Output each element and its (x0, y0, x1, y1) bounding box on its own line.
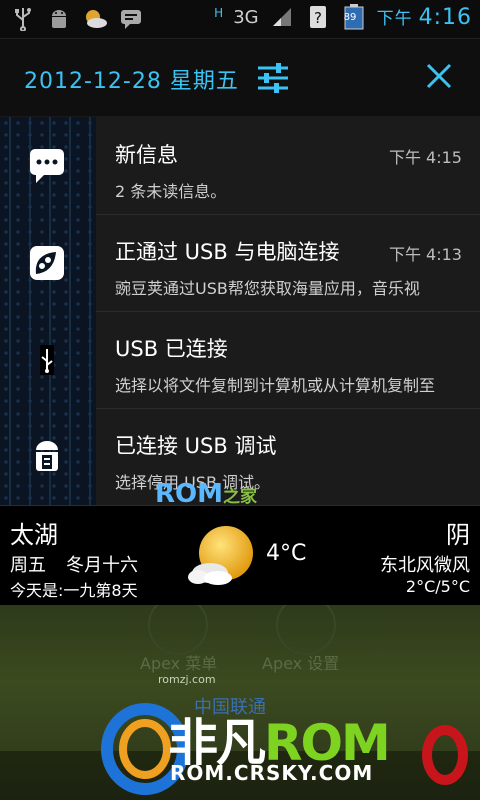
battery-level: 89 (343, 12, 357, 23)
settings-sliders-icon (258, 63, 288, 93)
notification-usb-pc[interactable]: 正通过 USB 与电脑连接 下午 4:13 豌豆荚通过USB帮您获取海量应用，音… (0, 214, 480, 312)
weather-weekday: 周五 (10, 555, 46, 576)
notification-time: 下午 4:15 (388, 148, 462, 167)
message-icon (30, 149, 64, 183)
weather-days-info: 今天是:一九第8天 (10, 581, 138, 600)
clock-ampm: 下午 (376, 9, 413, 29)
notification-subtitle: 选择以将文件复制到计算机或从计算机复制至 (115, 376, 436, 395)
apex-menu-label[interactable]: Apex 菜单 (140, 650, 217, 674)
close-icon (426, 63, 452, 89)
clock-time: 4:16 (418, 5, 472, 30)
apex-menu-icon[interactable] (148, 605, 208, 655)
notification-subtitle: 2 条未读信息。 (115, 182, 227, 201)
cloudy-sun-icon (188, 526, 253, 585)
browser-icon[interactable] (422, 725, 468, 785)
quick-settings-button[interactable] (256, 61, 290, 95)
notification-new-message[interactable]: 新信息 下午 4:15 2 条未读信息。 (0, 117, 480, 215)
crsky-url: ROM.CRSKY.COM (170, 761, 374, 785)
signal-strength-icon (269, 4, 295, 30)
notification-subtitle: 豌豆荚通过USB帮您获取海量应用，音乐视 (115, 279, 420, 298)
weather-temperature: 4°C (266, 541, 307, 566)
android-debug-icon (36, 441, 58, 471)
status-icons-left (10, 6, 144, 32)
weather-range: 2°C/5°C (405, 577, 470, 596)
status-icons-right: H 3G ? 89 下午 4:16 (214, 4, 472, 30)
site-watermark: romzj.com (158, 673, 216, 686)
svg-text:?: ? (314, 9, 322, 27)
usb-status-icon (10, 6, 36, 32)
unknown-sim-icon: ? (305, 4, 331, 30)
battery-icon: 89 (341, 4, 367, 30)
notification-title: USB 已连接 (115, 337, 228, 361)
watermark-rom: ROM (155, 479, 223, 509)
signal-label: 3G (233, 6, 259, 28)
notification-icon-column (0, 408, 96, 505)
notification-icon-column (0, 214, 96, 311)
message-status-icon (118, 6, 144, 32)
apex-settings-label[interactable]: Apex 设置 (262, 650, 339, 674)
android-status-icon (46, 6, 72, 32)
weather-city: 太湖 (10, 521, 58, 549)
weather-wind: 东北风微风 (380, 555, 470, 576)
home-screen-background: Apex 菜单 Apex 设置 romzj.com 中国联通 非凡ROM ROM… (0, 605, 480, 800)
notification-usb-connected[interactable]: USB 已连接 选择以将文件复制到计算机或从计算机复制至 (0, 311, 480, 409)
notification-icon-column (0, 117, 96, 214)
wandoujia-icon (30, 246, 64, 280)
clock: 下午 4:16 (377, 4, 472, 30)
close-button[interactable] (424, 61, 454, 91)
notification-list: 新信息 下午 4:15 2 条未读信息。 正通过 USB 与电脑连接 下午 4:… (0, 117, 480, 509)
apex-settings-icon[interactable] (276, 605, 336, 655)
notification-title: 新信息 (115, 143, 178, 167)
weather-condition: 阴 (446, 521, 470, 549)
status-bar: H 3G ? 89 下午 4:16 (0, 0, 480, 39)
notification-header: 2012-12-28 星期五 (0, 39, 480, 117)
weather-lunar-date: 冬月十六 (66, 555, 138, 576)
weather-status-icon (82, 6, 108, 32)
weather-widget[interactable]: 太湖 周五 冬月十六 今天是:一九第8天 4°C 阴 东北风微风 2°C/5°C (0, 507, 480, 604)
header-date: 2012-12-28 星期五 (24, 69, 239, 94)
romzhijia-watermark: ROM之家 (155, 479, 257, 509)
network-type-label: H (214, 6, 224, 20)
usb-icon (40, 345, 54, 375)
notification-title: 正通过 USB 与电脑连接 (115, 240, 340, 264)
notification-title: 已连接 USB 调试 (115, 434, 277, 458)
notification-icon-column (0, 311, 96, 408)
notification-time: 下午 4:13 (388, 245, 462, 264)
watermark-jia: 之家 (223, 487, 257, 507)
